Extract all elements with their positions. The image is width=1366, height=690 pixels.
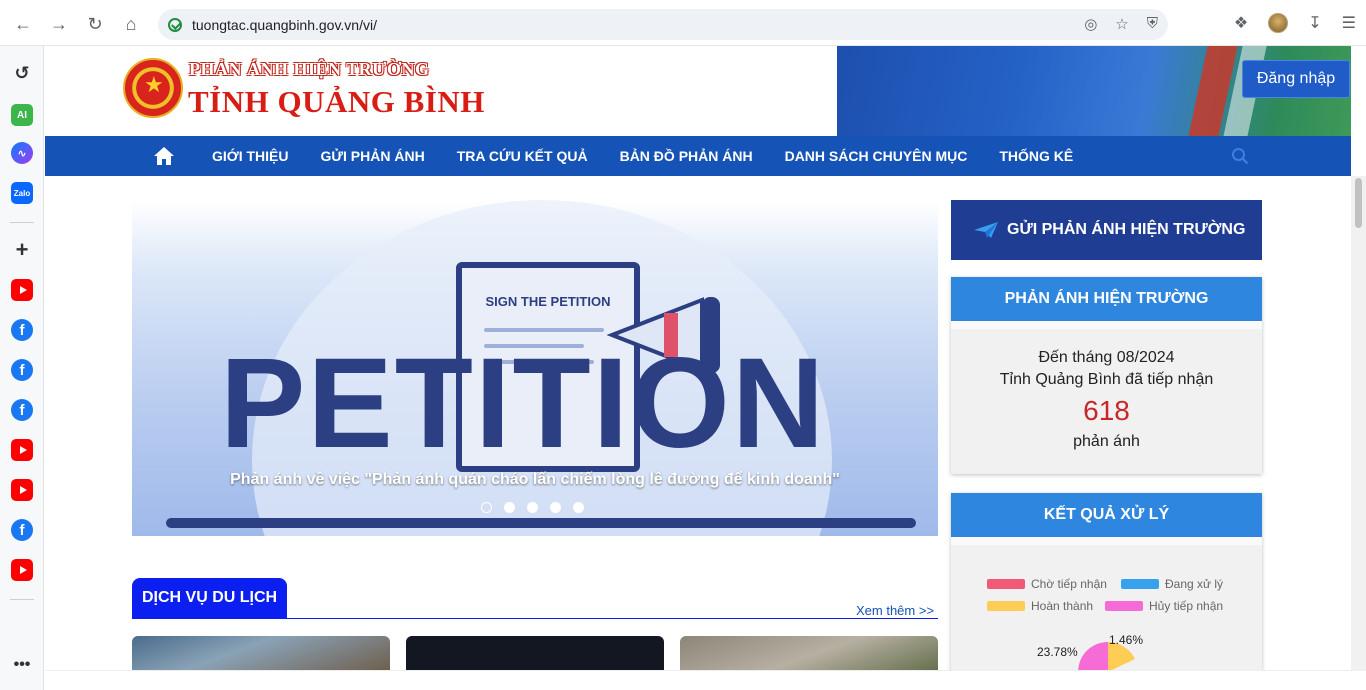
paper-plane-icon bbox=[974, 222, 998, 238]
slider-dot[interactable] bbox=[527, 502, 538, 513]
main-nav: GIỚI THIỆU GỬI PHẢN ÁNH TRA CỨU KẾT QUẢ BẢN… bbox=[45, 136, 1351, 176]
site-header: ★ PHẢN ÁNH HIỆN TRƯỜNG TỈNH QUẢNG BÌNH Đ… bbox=[45, 46, 1351, 136]
logo-subtitle[interactable]: PHẢN ÁNH HIỆN TRƯỜNG bbox=[189, 59, 430, 80]
featured-slider[interactable]: SIGN THE PETITION PETITION Phản ánh về v… bbox=[132, 200, 938, 536]
facebook-icon[interactable]: f bbox=[11, 519, 33, 541]
legend-swatch bbox=[1121, 579, 1159, 589]
add-icon[interactable]: + bbox=[11, 237, 33, 262]
slider-dot[interactable] bbox=[504, 502, 515, 513]
forward-icon[interactable]: → bbox=[48, 13, 70, 35]
home-icon[interactable]: ⌂ bbox=[120, 13, 142, 35]
see-more-link[interactable]: Xem thêm >> bbox=[856, 603, 934, 618]
pie-label: 1.46% bbox=[1109, 633, 1144, 647]
shield-icon[interactable]: ⛨ bbox=[1147, 15, 1158, 33]
page-scrollbar[interactable] bbox=[1351, 176, 1366, 670]
facebook-icon[interactable]: f bbox=[11, 399, 33, 421]
address-bar[interactable]: tuongtac.quangbinh.gov.vn/vi/ ◎ ☆ ⛨ bbox=[158, 9, 1168, 40]
slider-dots bbox=[481, 502, 584, 513]
nav-item[interactable]: THỐNG KÊ bbox=[999, 148, 1073, 164]
stats-description: Tỉnh Quảng Bình đã tiếp nhận bbox=[999, 371, 1214, 388]
pie-label: 23.78% bbox=[1037, 645, 1078, 659]
facebook-icon[interactable]: f bbox=[11, 319, 33, 341]
legend-item[interactable]: Chờ tiếp nhận bbox=[987, 577, 1107, 591]
stats-count: 618 bbox=[1083, 395, 1130, 426]
login-button[interactable]: Đăng nhập bbox=[1242, 60, 1350, 98]
url-text[interactable]: tuongtac.quangbinh.gov.vn/vi/ bbox=[192, 17, 377, 33]
legend-item[interactable]: Đang xử lý bbox=[1121, 577, 1223, 591]
section-divider bbox=[132, 618, 938, 619]
horizontal-scrollbar[interactable] bbox=[45, 670, 1366, 690]
back-icon[interactable]: ← bbox=[12, 13, 34, 35]
nav-item[interactable]: DANH SÁCH CHUYÊN MỤC bbox=[785, 148, 968, 164]
results-panel: KẾT QUẢ XỬ LÝ Chờ tiếp nhận Đang xử lý H… bbox=[951, 493, 1262, 670]
zalo-icon[interactable]: Zalo bbox=[11, 182, 33, 204]
home-icon[interactable] bbox=[153, 146, 175, 166]
browser-toolbar: ← → ↻ ⌂ tuongtac.quangbinh.gov.vn/vi/ ◎ … bbox=[0, 0, 1366, 46]
youtube-icon[interactable] bbox=[11, 279, 33, 301]
sidebar-divider bbox=[10, 222, 34, 223]
reload-icon[interactable]: ↻ bbox=[84, 13, 106, 35]
tourism-card-image[interactable] bbox=[680, 636, 938, 670]
legend-item[interactable]: Hủy tiếp nhận bbox=[1105, 599, 1223, 613]
scrollbar-thumb[interactable] bbox=[1355, 178, 1362, 228]
stats-panel: PHẢN ÁNH HIỆN TRƯỜNG Đến tháng 08/2024 T… bbox=[951, 277, 1262, 474]
youtube-icon[interactable] bbox=[11, 439, 33, 461]
results-panel-title: KẾT QUẢ XỬ LÝ bbox=[951, 493, 1262, 537]
eye-off-icon[interactable]: ◎ bbox=[1084, 15, 1097, 33]
section-title[interactable]: DỊCH VỤ DU LỊCH bbox=[132, 578, 288, 618]
secure-icon bbox=[168, 17, 182, 32]
menu-icon[interactable]: ☰ bbox=[1342, 13, 1356, 33]
national-emblem-icon[interactable]: ★ bbox=[123, 58, 183, 118]
stats-panel-title: PHẢN ÁNH HIỆN TRƯỜNG bbox=[951, 277, 1262, 321]
stats-unit: phản ánh bbox=[1073, 433, 1140, 450]
slide-illustration-text: PETITION bbox=[220, 332, 827, 475]
youtube-icon[interactable] bbox=[11, 559, 33, 581]
logo-title[interactable]: TỈNH QUẢNG BÌNH bbox=[188, 84, 485, 120]
profile-avatar[interactable] bbox=[1268, 13, 1289, 33]
download-icon[interactable]: ↧ bbox=[1308, 13, 1321, 33]
extensions-icon[interactable]: ❖ bbox=[1234, 13, 1248, 33]
legend-swatch bbox=[987, 601, 1025, 611]
stats-period: Đến tháng 08/2024 bbox=[1038, 349, 1175, 366]
more-icon[interactable]: ••• bbox=[11, 654, 33, 676]
legend-swatch bbox=[987, 579, 1025, 589]
nav-item[interactable]: TRA CỨU KẾT QUẢ bbox=[457, 148, 588, 164]
history-icon[interactable]: ↺ bbox=[11, 62, 33, 84]
nav-items: GIỚI THIỆU GỬI PHẢN ÁNH TRA CỨU KẾT QUẢ BẢN… bbox=[212, 136, 1105, 176]
slide-caption[interactable]: Phản ánh về việc "Phản ánh quán cháo lấn… bbox=[132, 471, 938, 489]
nav-item[interactable]: GIỚI THIỆU bbox=[212, 148, 289, 164]
slider-dot[interactable] bbox=[573, 502, 584, 513]
search-icon[interactable] bbox=[1231, 147, 1249, 165]
tourism-card-image[interactable] bbox=[406, 636, 664, 670]
slider-dot[interactable] bbox=[481, 502, 492, 513]
youtube-icon[interactable] bbox=[11, 479, 33, 501]
slider-dot[interactable] bbox=[550, 502, 561, 513]
legend-swatch bbox=[1105, 601, 1143, 611]
nav-item[interactable]: GỬI PHẢN ÁNH bbox=[321, 148, 425, 164]
browser-sidebar: ↺ AI ∿ Zalo + f f f f ••• bbox=[0, 46, 44, 690]
legend-item[interactable]: Hoàn thành bbox=[987, 599, 1093, 613]
nav-item[interactable]: BẢN ĐỒ PHẢN ÁNH bbox=[620, 148, 753, 164]
messenger-icon[interactable]: ∿ bbox=[11, 142, 33, 164]
ai-icon[interactable]: AI bbox=[11, 104, 33, 126]
page-viewport: ★ PHẢN ÁNH HIỆN TRƯỜNG TỈNH QUẢNG BÌNH Đ… bbox=[45, 46, 1351, 670]
facebook-icon[interactable]: f bbox=[11, 359, 33, 381]
star-icon[interactable]: ☆ bbox=[1115, 15, 1128, 33]
send-report-label: GỬI PHẢN ÁNH HIỆN TRƯỜNG bbox=[1007, 221, 1246, 238]
tourism-card-image[interactable] bbox=[132, 636, 390, 670]
send-report-button[interactable]: GỬI PHẢN ÁNH HIỆN TRƯỜNG bbox=[951, 200, 1262, 260]
sidebar-divider bbox=[10, 599, 34, 600]
